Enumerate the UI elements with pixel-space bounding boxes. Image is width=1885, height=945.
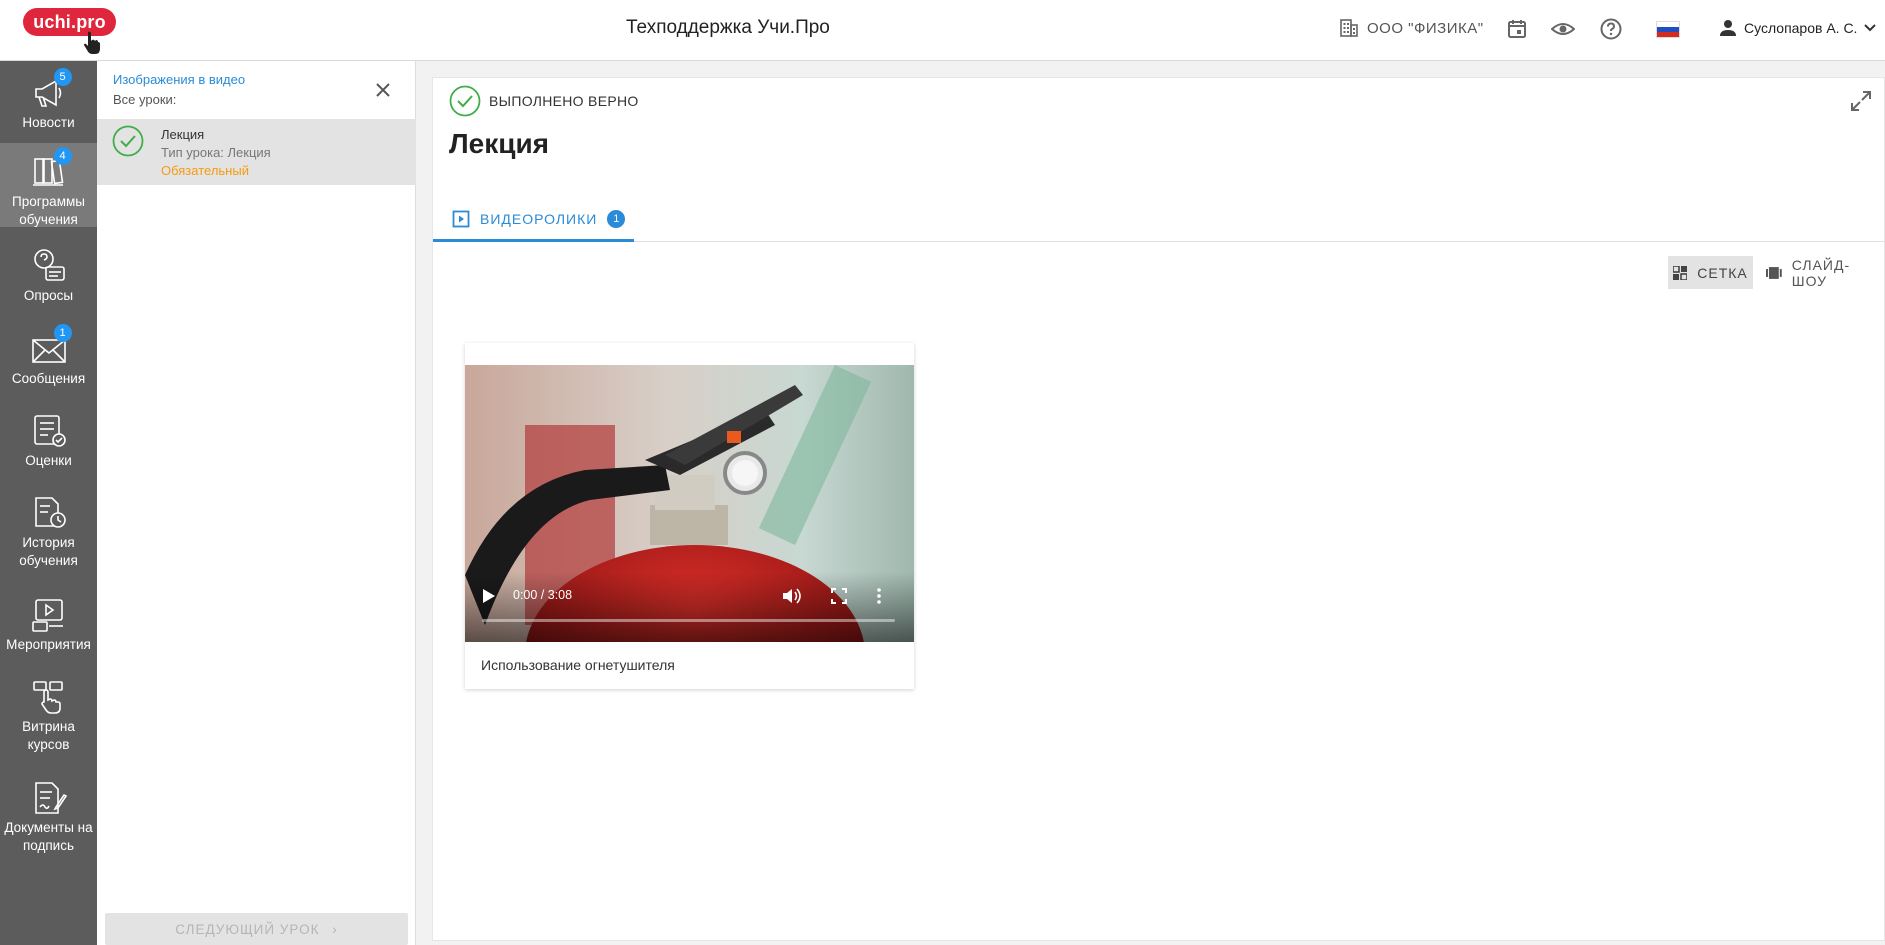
lesson-panel: Изображения в видео Все уроки: Лекция Ти… <box>97 61 416 945</box>
close-icon[interactable] <box>373 80 393 100</box>
view-grid-label: СЕТКА <box>1697 264 1748 281</box>
megaphone-icon: 5 <box>30 68 72 112</box>
org-name: ООО "ФИЗИКА" <box>1367 19 1484 37</box>
nav-item-label: Сообщения <box>11 371 86 386</box>
eye-icon[interactable] <box>1551 17 1575 41</box>
nav-item-label: История обучения <box>19 535 78 568</box>
books-icon: 4 <box>30 147 72 191</box>
video-progress-bar[interactable] <box>482 619 895 622</box>
events-icon <box>30 596 68 634</box>
lesson-type: Тип урока: Лекция <box>161 145 271 160</box>
nav-item-history[interactable]: История обучения <box>0 494 97 578</box>
nav-badge: 4 <box>53 147 72 165</box>
completion-status: ВЫПОЛНЕНО ВЕРНО <box>449 85 639 117</box>
nav-item-showcase[interactable]: Витрина курсов <box>0 678 97 762</box>
nav-item-documents[interactable]: Документы на подпись <box>0 779 97 863</box>
tab-videos[interactable]: ВИДЕОРОЛИКИ 1 <box>433 199 634 242</box>
video-icon <box>452 210 470 228</box>
user-menu[interactable]: Суслопаров А. С. <box>1718 18 1877 38</box>
check-circle-icon <box>112 125 144 157</box>
org-selector[interactable]: ООО "ФИЗИКА" <box>1339 18 1484 38</box>
lesson-list-item[interactable]: Лекция Тип урока: Лекция Обязательный <box>97 119 416 185</box>
course-link[interactable]: Изображения в видео <box>113 72 245 87</box>
nav-item-messages[interactable]: 1 Сообщения <box>0 324 97 396</box>
user-name: Суслопаров А. С. <box>1744 20 1858 36</box>
check-circle-icon <box>449 85 481 117</box>
tab-bar: ВИДЕОРОЛИКИ 1 <box>433 199 1885 242</box>
video-player[interactable]: 0:00 / 3:08 <box>465 365 914 642</box>
nav-item-label: Мероприятия <box>6 637 91 652</box>
grid-icon <box>1673 265 1688 280</box>
main-nav: 5 Новости 4 Программы обучения Опросы 1 … <box>0 61 97 945</box>
grades-icon <box>30 412 68 450</box>
nav-item-label: Документы на подпись <box>4 820 93 853</box>
main-content: ВЫПОЛНЕНО ВЕРНО Лекция ВИДЕОРОЛИКИ 1 СЕТ… <box>432 77 1885 941</box>
nav-item-grades[interactable]: Оценки <box>0 412 97 478</box>
tab-count-badge: 1 <box>607 210 626 228</box>
hand-pointer-icon <box>84 31 100 54</box>
mail-icon: 1 <box>30 324 72 368</box>
video-caption: Использование огнетушителя <box>481 657 675 673</box>
video-time: 0:00 / 3:08 <box>513 588 573 602</box>
volume-icon[interactable] <box>783 588 801 604</box>
fullscreen-icon[interactable] <box>831 588 847 604</box>
flag-ru-icon[interactable] <box>1656 21 1680 38</box>
nav-item-label: Программы обучения <box>12 194 85 227</box>
documents-icon <box>30 779 68 817</box>
chevron-right-icon: › <box>332 922 338 937</box>
building-icon <box>1340 19 1358 37</box>
video-card: 0:00 / 3:08 Использование огнетушителя <box>465 343 914 689</box>
showcase-icon <box>30 678 68 716</box>
status-text: ВЫПОЛНЕНО ВЕРНО <box>489 93 639 109</box>
survey-icon <box>30 247 68 285</box>
nav-badge: 1 <box>53 324 72 342</box>
view-slideshow-label: СЛАЙД-ШОУ <box>1791 256 1851 289</box>
slideshow-icon <box>1766 266 1782 279</box>
next-lesson-button[interactable]: СЛЕДУЮЩИЙ УРОК › <box>105 913 408 945</box>
more-vert-icon[interactable] <box>876 588 882 604</box>
lesson-title: Лекция <box>449 128 549 159</box>
next-lesson-label: СЛЕДУЮЩИЙ УРОК <box>175 922 320 937</box>
nav-item-programs[interactable]: 4 Программы обучения <box>0 143 97 227</box>
video-controls <box>465 572 914 642</box>
view-grid-button[interactable]: СЕТКА <box>1668 256 1753 289</box>
nav-item-news[interactable]: 5 Новости <box>0 68 97 134</box>
lesson-required: Обязательный <box>161 163 249 178</box>
nav-item-label: Витрина курсов <box>22 719 75 752</box>
page-header-title: Техподдержка Учи.Про <box>626 17 830 38</box>
top-header: uchi.pro Техподдержка Учи.Про ООО "ФИЗИК… <box>0 0 1885 61</box>
nav-item-label: Оценки <box>25 453 72 468</box>
expand-icon[interactable] <box>1850 90 1872 112</box>
logo[interactable]: uchi.pro <box>23 8 116 36</box>
nav-item-surveys[interactable]: Опросы <box>0 247 97 313</box>
tab-label: ВИДЕОРОЛИКИ <box>480 211 598 227</box>
all-lessons-label: Все уроки: <box>113 92 177 107</box>
nav-item-label: Новости <box>22 115 75 130</box>
view-slideshow-button[interactable]: СЛАЙД-ШОУ <box>1766 256 1884 289</box>
chevron-down-icon <box>1864 24 1877 32</box>
nav-item-events[interactable]: Мероприятия <box>0 596 97 662</box>
nav-badge: 5 <box>53 68 72 86</box>
help-icon[interactable] <box>1599 17 1623 41</box>
nav-item-label: Опросы <box>23 288 74 303</box>
history-icon <box>30 494 68 532</box>
person-icon <box>1720 20 1736 36</box>
lesson-name: Лекция <box>161 127 205 142</box>
play-icon[interactable] <box>483 589 495 603</box>
calendar-icon[interactable] <box>1505 17 1529 41</box>
